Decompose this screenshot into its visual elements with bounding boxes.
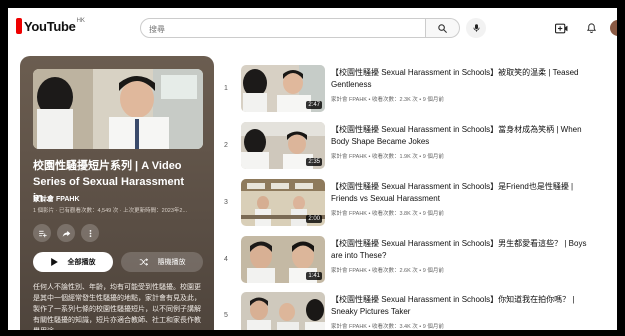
search-button[interactable] bbox=[426, 18, 460, 38]
search-input[interactable] bbox=[141, 20, 425, 39]
video-title[interactable]: 【校園性騷擾 Sexual Harassment in Schools】你知道我… bbox=[331, 294, 591, 318]
top-bar: YouTube HK bbox=[8, 8, 617, 44]
video-meta: 家計會 FPAHK • 收看次數：3.4K 次 • 9 個月前 bbox=[331, 324, 444, 330]
video-meta: 家計會 FPAHK • 收看次數：2.3K 次 • 9 個月前 bbox=[331, 97, 444, 103]
search-icon bbox=[438, 23, 448, 33]
share-icon bbox=[62, 230, 70, 237]
video-index: 4 bbox=[224, 256, 228, 263]
bell-icon bbox=[586, 23, 596, 34]
video-thumbnail[interactable]: 1:41 bbox=[241, 236, 325, 283]
playlist-video-item[interactable]: 1 2:47 【校園性騷擾 Sexual Harassment in Schoo… bbox=[224, 65, 614, 117]
share-button[interactable] bbox=[57, 224, 75, 242]
video-index: 5 bbox=[224, 312, 228, 319]
video-duration: 2:35 bbox=[306, 158, 322, 166]
video-duration: 2:47 bbox=[306, 101, 322, 109]
video-meta: 家計會 FPAHK • 收看次數：1.9K 次 • 9 個月前 bbox=[331, 154, 444, 160]
playlist-panel: 校園性騷擾短片系列 | A Video Series of Sexual Har… bbox=[20, 56, 214, 330]
video-thumbnail[interactable]: 2:35 bbox=[241, 122, 325, 169]
video-thumbnail[interactable] bbox=[241, 292, 325, 330]
youtube-logo[interactable]: YouTube HK bbox=[16, 18, 85, 34]
play-icon bbox=[50, 258, 58, 266]
save-playlist-button[interactable] bbox=[33, 224, 51, 242]
video-thumbnail[interactable]: 2:00 bbox=[241, 179, 325, 226]
logo-text: YouTube bbox=[24, 18, 76, 34]
play-all-button[interactable]: 全部播放 bbox=[33, 252, 113, 272]
video-title[interactable]: 【校園性騷擾 Sexual Harassment in Schools】男生都愛… bbox=[331, 238, 591, 262]
shuffle-icon bbox=[139, 258, 148, 266]
video-meta: 家計會 FPAHK • 收看次數：3.8K 次 • 9 個月前 bbox=[331, 211, 444, 217]
video-duration: 2:00 bbox=[306, 215, 322, 223]
video-duration: 1:41 bbox=[306, 272, 322, 280]
playlist-description: 任何人不論性別、年齡，均有可能受到性騷擾。校園更是其中一個經常發生性騷擾的地點，… bbox=[33, 284, 201, 330]
mic-icon bbox=[473, 24, 479, 32]
youtube-play-icon bbox=[16, 18, 22, 34]
shuffle-button[interactable]: 隨機播放 bbox=[121, 252, 203, 272]
playlist-thumbnail-image bbox=[33, 69, 203, 149]
video-thumbnail-image bbox=[241, 292, 325, 330]
avatar[interactable] bbox=[610, 20, 617, 36]
video-meta: 家計會 FPAHK • 收看次數：2.6K 次 • 9 個月前 bbox=[331, 268, 444, 274]
create-button[interactable] bbox=[554, 21, 568, 35]
video-title[interactable]: 【校園性騷擾 Sexual Harassment in Schools】被取笑的… bbox=[331, 67, 591, 91]
video-index: 1 bbox=[224, 85, 228, 92]
more-vertical-icon bbox=[89, 229, 91, 237]
notifications-button[interactable] bbox=[584, 21, 598, 35]
play-all-label: 全部播放 bbox=[67, 259, 96, 266]
region-code: HK bbox=[76, 18, 85, 24]
playlist-video-item[interactable]: 2 2:35 【校園性騷擾 Sexual Harassment in Schoo… bbox=[224, 122, 614, 174]
add-to-library-icon bbox=[38, 230, 47, 237]
playlist-thumbnail[interactable] bbox=[33, 69, 203, 149]
create-icon bbox=[554, 23, 567, 33]
search-box[interactable] bbox=[140, 18, 426, 39]
video-index: 3 bbox=[224, 199, 228, 206]
shuffle-label: 隨機播放 bbox=[157, 259, 186, 266]
video-index: 2 bbox=[224, 142, 228, 149]
video-title[interactable]: 【校園性騷擾 Sexual Harassment in Schools】是Fri… bbox=[331, 181, 591, 205]
video-title[interactable]: 【校園性騷擾 Sexual Harassment in Schools】當身材成… bbox=[331, 124, 591, 148]
playlist-video-item[interactable]: 3 2:00 【校園性騷擾 Sexual Harassment in Schoo… bbox=[224, 179, 614, 231]
youtube-window: YouTube HK 搜尋 校園性騷擾短片系列 | A Video Series… bbox=[8, 8, 617, 330]
playlist-video-item[interactable]: 5 【校園性騷擾 Sexual Harassment in Schools】你知… bbox=[224, 292, 614, 330]
playlist-video-item[interactable]: 4 1:41 【校園性騷擾 Sexual Harassment in Schoo… bbox=[224, 236, 614, 288]
playlist-meta: 1 個影片 · 已有觀看次數：4,549 次 · 上次更新時間：2023年2..… bbox=[33, 208, 188, 214]
video-thumbnail[interactable]: 2:47 bbox=[241, 65, 325, 112]
voice-search-button[interactable] bbox=[466, 18, 486, 38]
playlist-channel[interactable]: 家計會 FPAHK bbox=[33, 194, 80, 204]
more-actions-button[interactable] bbox=[81, 224, 99, 242]
